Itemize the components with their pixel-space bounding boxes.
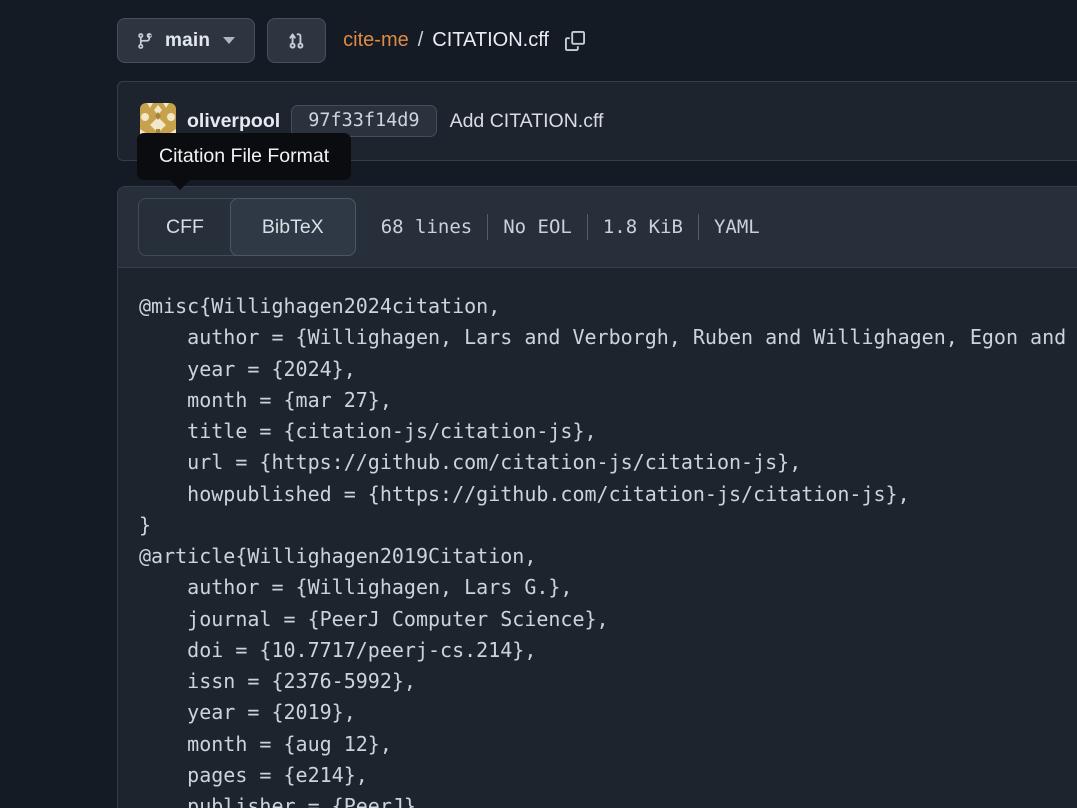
commit-author-link[interactable]: oliverpool [187, 110, 280, 133]
tooltip-citation-file-format: Citation File Format [137, 133, 351, 180]
code-line: url = {https://github.com/citation-js/ci… [139, 447, 1077, 478]
file-render-tabs: CFFBibTeX [138, 198, 356, 256]
code-view: @misc{Willighagen2024citation, author = … [118, 268, 1077, 808]
tab-bibtex[interactable]: BibTeX [230, 198, 356, 256]
file-header: CFFBibTeX 68 lines No EOL 1.8 KiB YAML [118, 187, 1077, 268]
git-branch-icon [136, 32, 154, 50]
stat-item: 68 lines [381, 216, 473, 238]
tooltip-arrow [170, 180, 190, 190]
file-stats: 68 lines No EOL 1.8 KiB YAML [381, 214, 760, 240]
code-line: year = {2019}, [139, 697, 1077, 728]
breadcrumb-repo-link[interactable]: cite-me [343, 29, 409, 52]
commit-message: Add CITATION.cff [450, 110, 604, 133]
code-line: month = {aug 12}, [139, 729, 1077, 760]
branch-select-button[interactable]: main [117, 18, 255, 63]
code-line: author = {Willighagen, Lars G.}, [139, 572, 1077, 603]
file-view-toolbar: main cite-me / CITATION.cff [117, 18, 585, 63]
breadcrumb-separator: / [418, 29, 424, 52]
breadcrumb-file-name: CITATION.cff [432, 29, 549, 52]
code-line: pages = {e214}, [139, 760, 1077, 791]
git-compare-icon [287, 31, 306, 50]
tooltip-text: Citation File Format [159, 145, 329, 168]
breadcrumb: cite-me / CITATION.cff [343, 29, 585, 52]
code-line: year = {2024}, [139, 354, 1077, 385]
copy-icon [565, 31, 585, 51]
code-line: issn = {2376-5992}, [139, 666, 1077, 697]
tab-cff[interactable]: CFF [139, 199, 231, 255]
code-line: } [139, 510, 1077, 541]
stat-item: 1.8 KiB [603, 216, 683, 238]
branch-name: main [165, 30, 210, 52]
stat-divider [487, 214, 488, 240]
stat-item: No EOL [503, 216, 572, 238]
code-line: howpublished = {https://github.com/citat… [139, 479, 1077, 510]
copy-path-button[interactable] [565, 31, 585, 51]
file-view-box: CFFBibTeX 68 lines No EOL 1.8 KiB YAML @mis… [117, 186, 1077, 808]
code-line: month = {mar 27}, [139, 385, 1077, 416]
code-line: title = {citation-js/citation-js}, [139, 416, 1077, 447]
code-line: doi = {10.7717/peerj-cs.214}, [139, 635, 1077, 666]
code-line: @article{Willighagen2019Citation, [139, 541, 1077, 572]
stat-divider [587, 214, 588, 240]
compare-button[interactable] [267, 18, 326, 63]
stat-item: YAML [714, 216, 760, 238]
code-line: author = {Willighagen, Lars and Verborgh… [139, 322, 1077, 353]
chevron-down-icon [223, 37, 235, 44]
code-line: journal = {PeerJ Computer Science}, [139, 604, 1077, 635]
stat-divider [698, 214, 699, 240]
code-line: publisher = {PeerJ} [139, 791, 1077, 808]
code-line: @misc{Willighagen2024citation, [139, 291, 1077, 322]
